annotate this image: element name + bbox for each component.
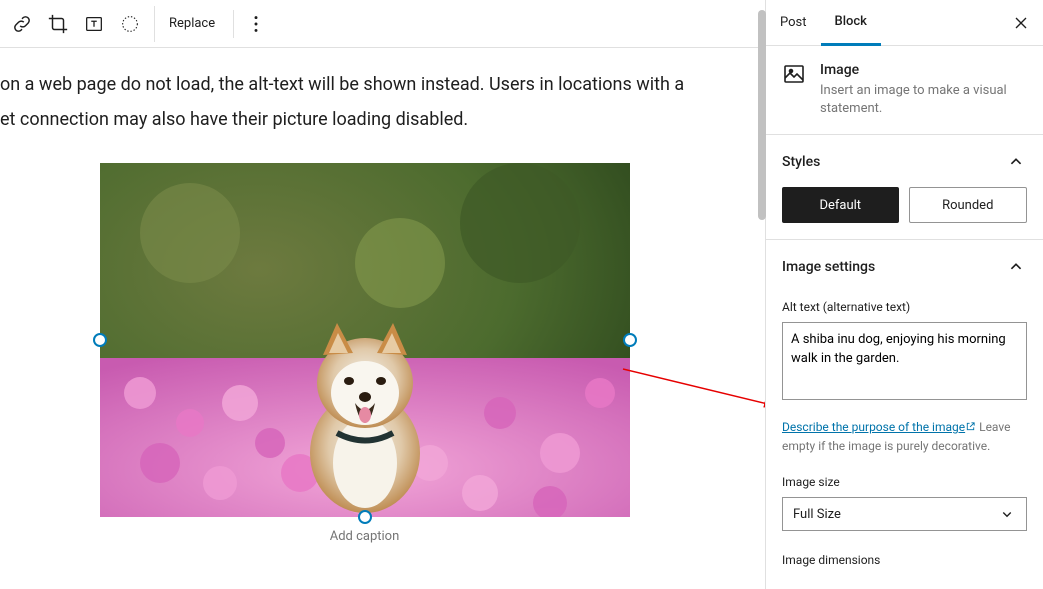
- close-sidebar-button[interactable]: [999, 13, 1043, 33]
- styles-title: Styles: [782, 154, 820, 170]
- image-content: [100, 163, 630, 517]
- external-link-icon: [965, 419, 976, 437]
- block-card-desc: Insert an image to make a visual stateme…: [820, 82, 1027, 118]
- style-default-button[interactable]: Default: [782, 187, 899, 223]
- image-size-label: Image size: [782, 475, 1027, 489]
- chevron-up-icon: [1005, 256, 1027, 278]
- caption-placeholder[interactable]: Add caption: [330, 529, 400, 544]
- block-card: Image Insert an image to make a visual s…: [766, 46, 1043, 135]
- scrollbar-thumb[interactable]: [758, 10, 766, 220]
- paragraph-block[interactable]: on a web page do not load, the alt-text …: [0, 70, 729, 135]
- block-toolbar: Replace: [0, 0, 765, 48]
- style-rounded-button[interactable]: Rounded: [909, 187, 1028, 223]
- alt-text-input[interactable]: [782, 322, 1027, 400]
- alt-text-help: Describe the purpose of the image Leave …: [782, 418, 1027, 455]
- image-size-select[interactable]: Full Size: [782, 497, 1027, 531]
- chevron-down-icon: [998, 505, 1016, 523]
- describe-image-link[interactable]: Describe the purpose of the image: [782, 420, 976, 434]
- block-card-title: Image: [820, 62, 1027, 78]
- styles-panel: Styles Default Rounded: [766, 135, 1043, 240]
- image-block-icon: [782, 62, 806, 118]
- image-frame: [100, 163, 630, 517]
- image-size-value: Full Size: [793, 507, 841, 522]
- resize-handle-bottom[interactable]: [358, 510, 372, 524]
- settings-sidebar: Post Block Image Insert an image to make…: [765, 0, 1043, 589]
- resize-handle-right[interactable]: [623, 333, 637, 347]
- editor-canvas: Replace on a web page do not load, the a…: [0, 0, 765, 589]
- sidebar-content: Image Insert an image to make a visual s…: [766, 46, 1043, 589]
- crop-icon[interactable]: [40, 6, 76, 42]
- chevron-up-icon: [1005, 151, 1027, 173]
- image-block[interactable]: Add caption: [100, 163, 630, 544]
- toolbar-separator: [233, 10, 234, 38]
- styles-panel-toggle[interactable]: Styles: [782, 151, 1027, 173]
- replace-button[interactable]: Replace: [154, 6, 229, 42]
- image-settings-panel: Image settings Alt text (alternative tex…: [766, 240, 1043, 583]
- canvas-body: on a web page do not load, the alt-text …: [0, 48, 765, 589]
- tab-block[interactable]: Block: [821, 0, 881, 46]
- text-overlay-icon[interactable]: [76, 6, 112, 42]
- more-options-icon[interactable]: [238, 6, 274, 42]
- body-line: et connection may also have their pictur…: [0, 105, 729, 136]
- sidebar-tabs: Post Block: [766, 0, 1043, 46]
- tab-post[interactable]: Post: [766, 0, 821, 45]
- resize-handle-left[interactable]: [93, 333, 107, 347]
- body-line: on a web page do not load, the alt-text …: [0, 70, 729, 101]
- image-dimensions-label: Image dimensions: [782, 553, 1027, 567]
- image-settings-toggle[interactable]: Image settings: [782, 256, 1027, 278]
- duotone-icon[interactable]: [112, 6, 148, 42]
- link-icon[interactable]: [4, 6, 40, 42]
- image-settings-title: Image settings: [782, 259, 875, 275]
- alt-text-label: Alt text (alternative text): [782, 300, 1027, 314]
- annotation-arrow: [618, 364, 765, 414]
